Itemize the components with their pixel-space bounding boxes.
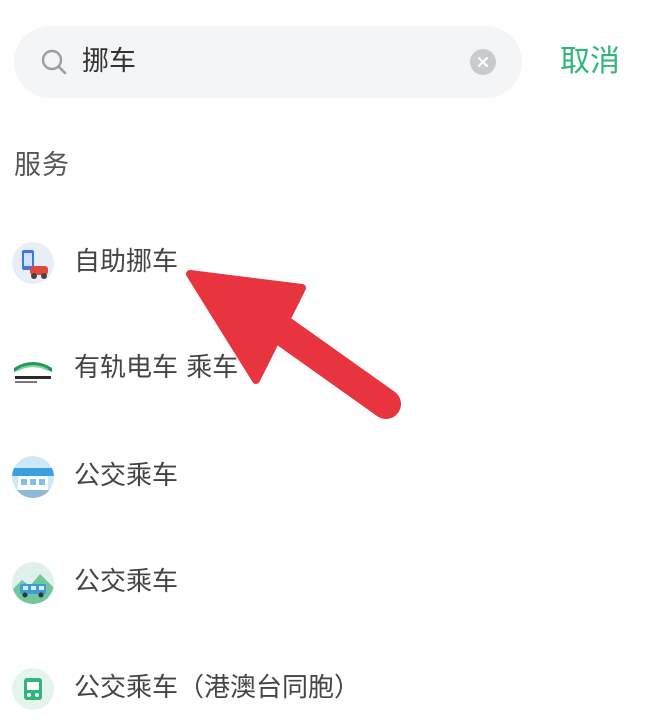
list-item-label: 有轨电车 乘车 xyxy=(74,353,239,383)
list-item-tram[interactable]: 有轨电车 乘车 xyxy=(0,328,649,408)
search-input[interactable]: 挪车 xyxy=(82,44,136,80)
search-icon xyxy=(40,48,68,76)
list-item-label: 自助挪车 xyxy=(74,247,179,277)
tram-icon xyxy=(12,348,54,390)
section-title: 服务 xyxy=(14,150,70,181)
list-item-label: 公交乘车 xyxy=(74,567,179,597)
list-item-self-move-car[interactable]: 自助挪车 xyxy=(0,222,649,302)
clear-icon[interactable] xyxy=(470,49,496,75)
search-bar[interactable]: 挪车 xyxy=(14,26,522,98)
bus-scenery-icon xyxy=(12,562,54,604)
cancel-button[interactable]: 取消 xyxy=(560,40,620,84)
list-item-bus-hmt[interactable]: 公交乘车（港澳台同胞） xyxy=(0,648,649,720)
bus-icon xyxy=(12,456,54,498)
screen: 挪车 取消 服务 自助挪车 有轨电车 乘车 公交乘车 公交乘车 公交乘车（港澳台… xyxy=(0,0,649,720)
list-item-bus-2[interactable]: 公交乘车 xyxy=(0,542,649,622)
bus-card-icon xyxy=(12,668,54,710)
list-item-label: 公交乘车 xyxy=(74,461,179,491)
self-service-move-car-icon xyxy=(12,242,54,284)
list-item-bus-1[interactable]: 公交乘车 xyxy=(0,436,649,516)
list-item-label: 公交乘车（港澳台同胞） xyxy=(74,673,361,703)
